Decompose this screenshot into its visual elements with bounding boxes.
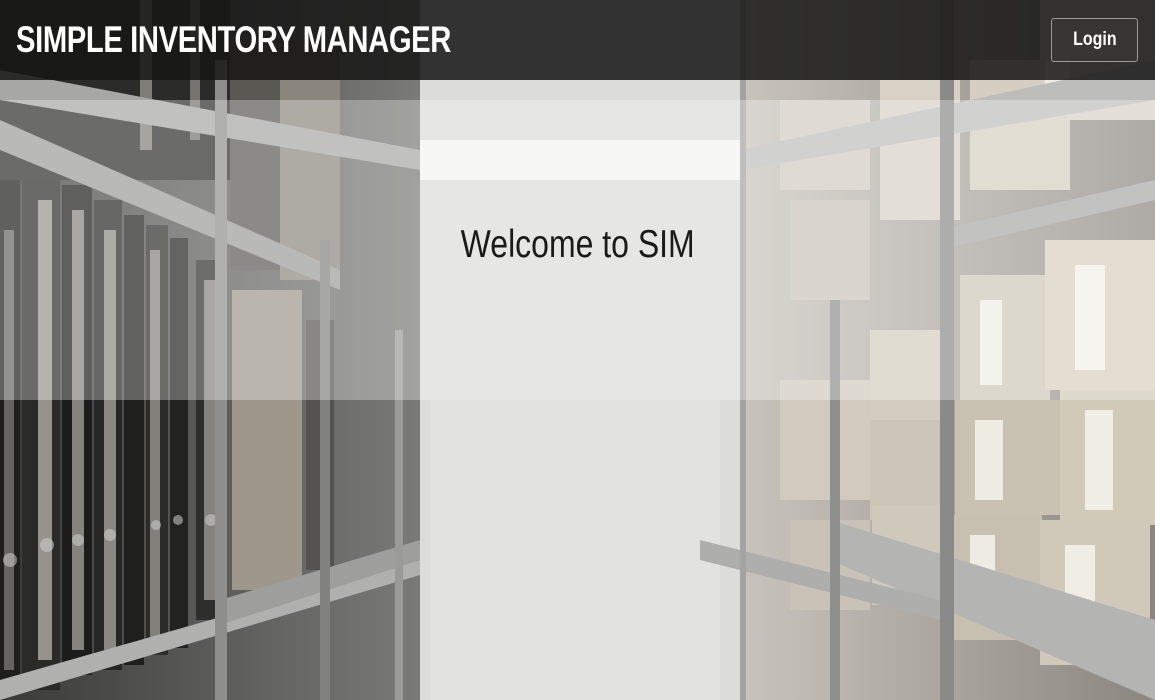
page: SIMPLE INVENTORY MANAGER Login Welcome t… bbox=[0, 0, 1155, 700]
welcome-heading: Welcome to SIM bbox=[0, 220, 1155, 270]
login-button-label: Login bbox=[1072, 29, 1117, 50]
login-button[interactable]: Login bbox=[1051, 18, 1138, 62]
hero-banner: Welcome to SIM bbox=[0, 100, 1155, 400]
welcome-heading-text: Welcome to SIM bbox=[460, 223, 695, 266]
top-navbar: SIMPLE INVENTORY MANAGER Login bbox=[0, 0, 1155, 80]
brand-title[interactable]: SIMPLE INVENTORY MANAGER bbox=[16, 14, 451, 66]
